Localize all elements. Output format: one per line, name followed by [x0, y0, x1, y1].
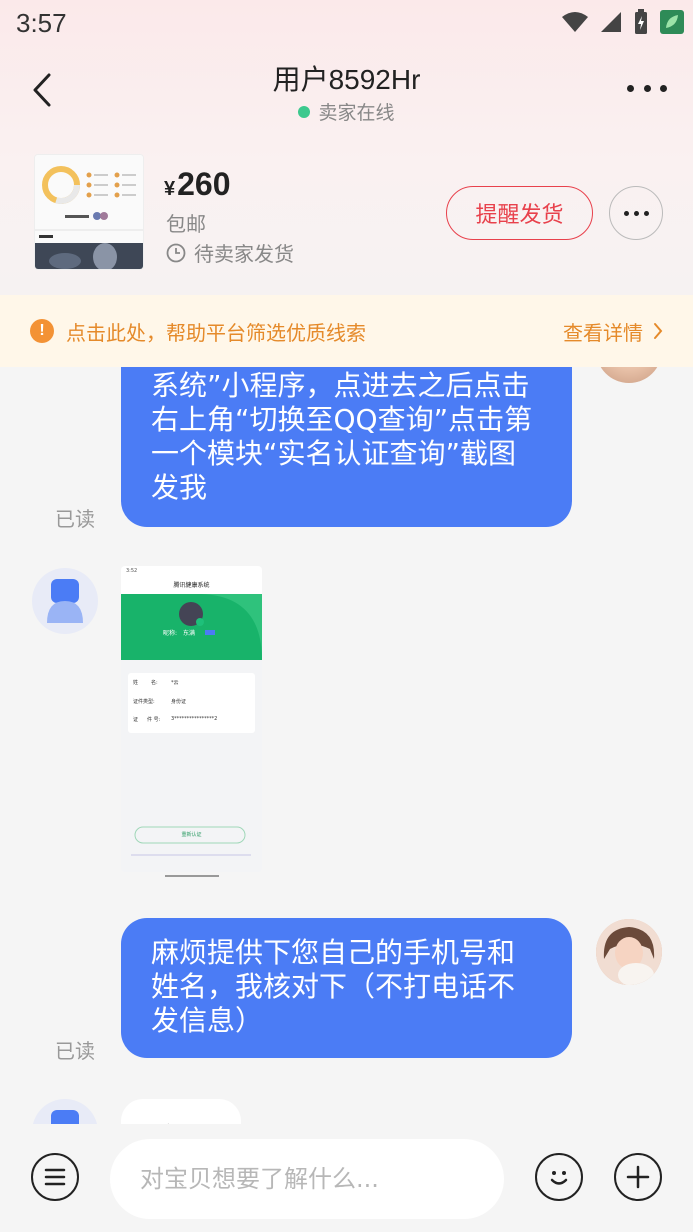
notice-text: 点击此处，帮助平台筛选优质线索 — [66, 320, 366, 345]
status-icons — [561, 6, 685, 38]
image-nickname-label: 昵称: — [163, 630, 178, 637]
message-line: 右上角“切换至QQ查询”点击第 — [151, 403, 533, 436]
wifi-icon — [562, 12, 588, 32]
shipping-label: 包邮 — [166, 212, 206, 236]
currency-symbol: ¥ — [164, 178, 176, 200]
message-line: 系统”小程序，点进去之后点击 — [151, 369, 530, 402]
app-notification-icon — [660, 10, 684, 34]
order-status-label: 待卖家发货 — [194, 242, 294, 266]
emoji-button[interactable] — [535, 1153, 583, 1201]
chat-area[interactable]: 系统”小程序，点进去之后点击 右上角“切换至QQ查询”点击第 一个模块“实名认证… — [0, 367, 693, 1124]
message-line: 姓名，我核对下（不打电话不 — [151, 970, 516, 1003]
product-thumbnail-graphic — [35, 155, 143, 269]
emoji-icon — [550, 1171, 568, 1185]
image-field-label: 证件类型: — [133, 699, 155, 705]
chat-title: 用户8592Hr — [272, 64, 421, 95]
status-time: 3:57 — [16, 8, 67, 38]
card-more-button[interactable] — [609, 186, 663, 240]
view-details-link[interactable]: 查看详情 — [563, 317, 663, 346]
battery-icon — [635, 9, 647, 34]
chevron-right-icon — [654, 323, 663, 339]
default-user-icon — [47, 579, 83, 623]
add-attachment-button[interactable] — [614, 1153, 662, 1201]
message-line: 发信息） — [151, 1004, 264, 1037]
seller-avatar-photo — [596, 919, 662, 985]
more-options-button[interactable] — [627, 76, 667, 100]
buyer-avatar[interactable] — [32, 568, 98, 634]
message-bubble[interactable]: 麻烦提供下您自己的手机号和 姓名，我核对下（不打电话不 发信息） — [121, 918, 572, 1058]
image-field-label: 姓 — [133, 680, 139, 686]
online-dot-icon — [298, 106, 311, 118]
remind-ship-button[interactable]: 提醒发货 — [446, 186, 593, 240]
default-user-icon — [51, 1110, 79, 1124]
view-details-label: 查看详情 — [563, 320, 643, 345]
order-status: 待卖家发货 — [166, 238, 294, 267]
message-line: 麻烦提供下您自己的手机号和 — [151, 936, 516, 969]
seller-avatar[interactable] — [596, 919, 662, 985]
message-line: 一个模块“实名认证查询”截图 — [151, 437, 517, 470]
image-nickname: 东满 — [183, 630, 196, 637]
image-scroll-indicator — [165, 875, 219, 877]
menu-icon — [44, 1168, 66, 1186]
message-bubble[interactable]: 骗子 — [121, 1099, 241, 1124]
image-field-label: 证 — [133, 717, 139, 723]
nav-bar: 用户8592Hr 卖家在线 — [0, 48, 693, 136]
image-title: 腾讯健康系统 — [173, 582, 210, 589]
image-button: 重新认证 — [181, 832, 202, 838]
image-message[interactable]: 3:52 腾讯健康系统 昵称: 东满 姓 名: *云 证件类型: 身份证 证 件… — [121, 566, 262, 872]
message-bubble[interactable]: 系统”小程序，点进去之后点击 右上角“切换至QQ查询”点击第 一个模块“实名认证… — [121, 367, 572, 527]
image-status-time: 3:52 — [126, 568, 138, 574]
product-price: ¥260 — [164, 166, 231, 203]
seller-avatar[interactable] — [596, 367, 662, 383]
clock-icon — [166, 243, 186, 262]
input-bar — [0, 1124, 693, 1232]
plus-icon — [626, 1165, 650, 1189]
menu-button[interactable] — [31, 1153, 79, 1201]
image-field-value: *云 — [171, 680, 179, 686]
image-field-sep: 名: — [151, 680, 158, 686]
image-field-value: 身份证 — [171, 699, 187, 705]
image-field-value: 3****************2 — [171, 716, 218, 722]
signal-icon — [601, 12, 621, 32]
product-thumbnail[interactable] — [34, 154, 144, 270]
message-line: 发我 — [151, 471, 208, 504]
product-card[interactable]: ¥260 包邮 待卖家发货 提醒发货 — [0, 150, 693, 270]
buyer-avatar[interactable] — [32, 1099, 98, 1124]
read-receipt: 已读 — [55, 1039, 95, 1063]
online-status-label: 卖家在线 — [318, 102, 395, 124]
message-input[interactable] — [110, 1139, 504, 1219]
notice-banner[interactable]: ! 点击此处，帮助平台筛选优质线索 查看详情 — [0, 295, 693, 367]
read-receipt: 已读 — [55, 507, 95, 531]
status-bar: 3:57 — [0, 0, 693, 48]
price-value: 260 — [177, 166, 231, 202]
image-field-sep: 件 号: — [147, 717, 161, 723]
warning-icon: ! — [30, 319, 54, 343]
online-status: 卖家在线 — [0, 98, 693, 125]
